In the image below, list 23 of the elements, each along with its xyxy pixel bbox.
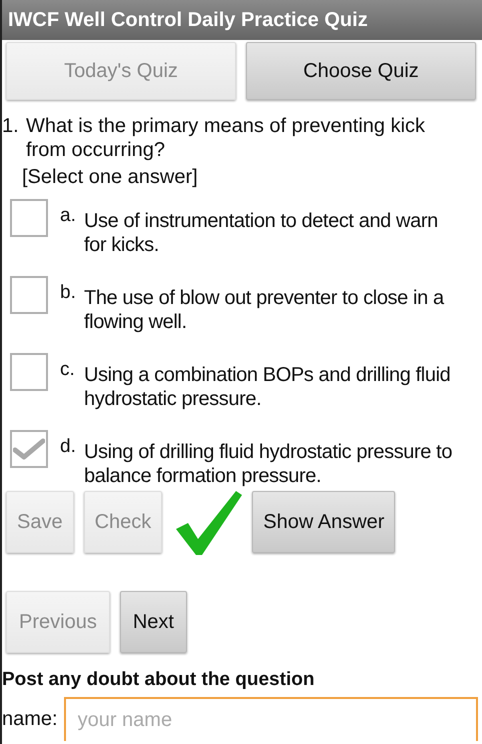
comment-heading: Post any doubt about the question bbox=[2, 669, 316, 691]
instruction-text: [Select one answer] bbox=[22, 166, 199, 189]
option-text: Use of instrumentation to detect and warn for kicks. bbox=[84, 209, 439, 257]
option-text: The use of blow out preventer to close in a flowing well. bbox=[84, 286, 446, 334]
checkmark-icon bbox=[13, 438, 45, 460]
answer-checkbox[interactable] bbox=[10, 276, 48, 314]
quiz-tab-button[interactable]: Choose Quiz bbox=[246, 42, 476, 100]
action-button[interactable]: Show Answer bbox=[252, 491, 396, 553]
option-letter: c. bbox=[60, 359, 76, 381]
option-letter: d. bbox=[60, 436, 77, 458]
option-letter: b. bbox=[60, 282, 77, 304]
name-input-field[interactable]: your name bbox=[64, 697, 478, 741]
answer-checkbox[interactable] bbox=[10, 199, 48, 237]
question-text: What is the primary means of preventing kick from occurring? bbox=[26, 114, 426, 162]
option-text: Using a combination BOPs and drilling fluid hydrostatic pressure. bbox=[84, 363, 452, 411]
window-title: IWCF Well Control Daily Practice Quiz bbox=[8, 8, 368, 32]
name-label: name: bbox=[2, 708, 58, 730]
answer-checkbox[interactable] bbox=[10, 430, 48, 468]
question-number: 1. bbox=[2, 114, 20, 139]
option-letter: a. bbox=[60, 205, 77, 227]
navigation-button[interactable]: Next bbox=[120, 591, 187, 653]
option-text: Using of drilling fluid hydrostatic pressure to balance formation pressure. bbox=[84, 440, 454, 488]
answer-checkbox[interactable] bbox=[10, 353, 48, 391]
